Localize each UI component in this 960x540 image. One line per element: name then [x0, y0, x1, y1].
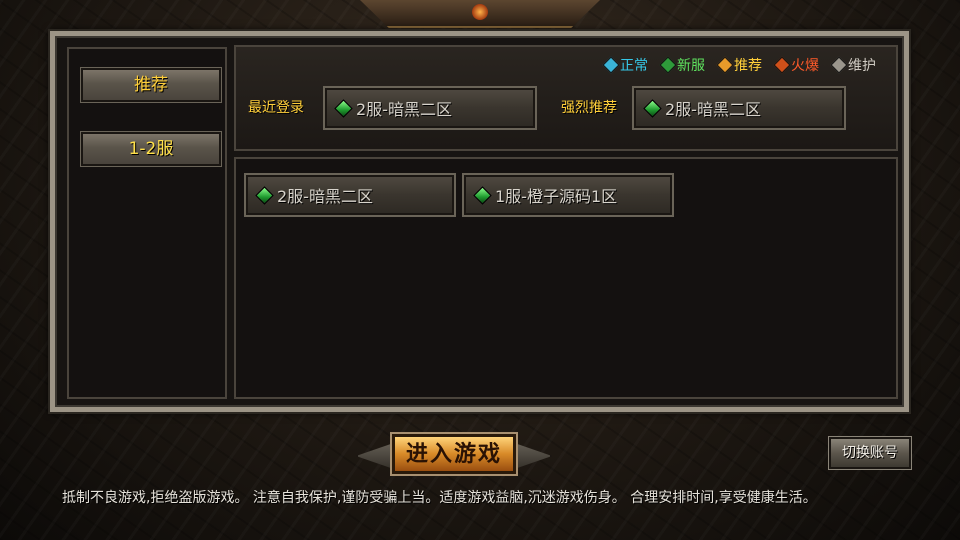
gem-icon	[830, 56, 848, 74]
legend-normal: 正常	[602, 55, 648, 75]
green-gem-icon	[643, 98, 662, 118]
legend-maintenance: 维护	[830, 55, 876, 75]
gem-icon	[716, 56, 734, 74]
server-group-sidebar: 推荐 1-2服	[67, 47, 227, 399]
strong-recommend-label: 强烈推荐	[561, 100, 617, 116]
legend-label: 新服	[677, 58, 705, 74]
recent-servers-panel: 正常 新服 推荐 火爆 维护 最近登录 2服-暗黑二区 强烈推荐 2服-暗黑二区	[234, 45, 898, 151]
tab-servers-1-2[interactable]: 1-2服	[80, 131, 222, 167]
strong-recommend-server-button[interactable]: 2服-暗黑二区	[632, 86, 846, 130]
gem-icon	[659, 56, 677, 74]
server-list-panel: 2服-暗黑二区 1服-橙子源码1区	[234, 157, 898, 399]
tab-recommend[interactable]: 推荐	[80, 67, 222, 103]
top-ornament	[360, 0, 600, 28]
green-gem-icon	[473, 185, 492, 205]
server-name: 1服-橙子源码1区	[495, 187, 618, 206]
legend-label: 火爆	[791, 58, 819, 74]
recent-login-label: 最近登录	[248, 100, 304, 116]
gem-icon	[602, 56, 620, 74]
enter-game-label: 进入游戏	[390, 432, 518, 476]
legend-label: 正常	[620, 58, 648, 74]
server-name: 2服-暗黑二区	[277, 187, 373, 206]
legend-label: 推荐	[734, 58, 762, 74]
status-legend: 正常 新服 推荐 火爆 维护	[602, 55, 876, 75]
server-name: 2服-暗黑二区	[356, 100, 452, 119]
server-item[interactable]: 2服-暗黑二区	[244, 173, 456, 217]
enter-game-button[interactable]: 进入游戏	[356, 426, 552, 484]
legend-recommend: 推荐	[716, 55, 762, 75]
legend-new: 新服	[659, 55, 705, 75]
legend-label: 维护	[848, 58, 876, 74]
gem-icon	[773, 56, 791, 74]
legend-hot: 火爆	[773, 55, 819, 75]
recent-server-button[interactable]: 2服-暗黑二区	[323, 86, 537, 130]
health-notice: 抵制不良游戏,拒绝盗版游戏。 注意自我保护,谨防受骗上当。适度游戏益脑,沉迷游戏…	[62, 490, 817, 506]
green-gem-icon	[334, 98, 353, 118]
switch-account-button[interactable]: 切换账号	[828, 436, 912, 470]
green-gem-icon	[255, 185, 274, 205]
server-item[interactable]: 1服-橙子源码1区	[462, 173, 674, 217]
server-name: 2服-暗黑二区	[665, 100, 761, 119]
server-select-frame: 推荐 1-2服 正常 新服 推荐 火爆 维护 最近登录 2服-暗黑二区 强烈推荐…	[50, 31, 909, 412]
